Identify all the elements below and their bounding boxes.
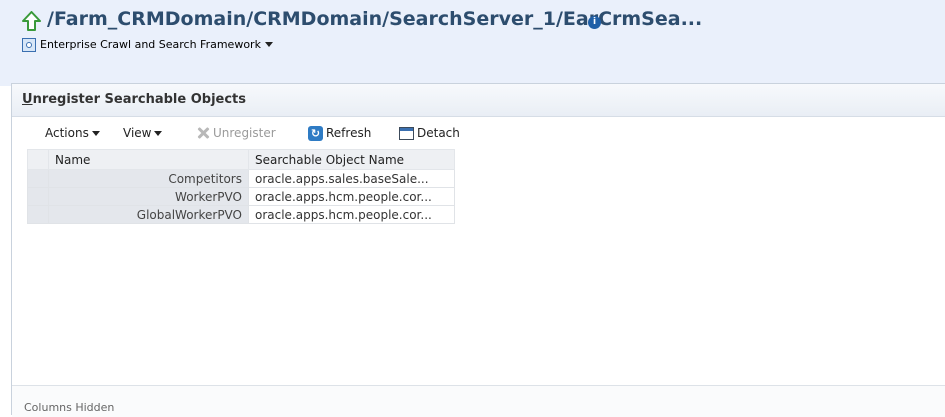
column-header-object-name[interactable]: Searchable Object Name <box>248 149 455 170</box>
detach-icon <box>399 126 414 140</box>
chevron-down-icon <box>154 130 163 136</box>
table-row[interactable]: WorkerPVO oracle.apps.hcm.people.cor... <box>27 187 455 206</box>
actions-menu[interactable]: Actions <box>45 124 100 142</box>
refresh-icon: ↻ <box>308 125 323 141</box>
row-selector[interactable] <box>27 169 49 188</box>
name-cell: Competitors <box>48 169 249 188</box>
object-name-cell: oracle.apps.hcm.people.cor... <box>248 205 455 224</box>
page-header: /Farm_CRMDomain/CRMDomain/SearchServer_1… <box>0 0 945 86</box>
view-label: View <box>123 126 152 140</box>
target-type-label: Enterprise Crawl and Search Framework <box>40 38 261 51</box>
refresh-label: Refresh <box>326 126 372 140</box>
table-row[interactable]: GlobalWorkerPVO oracle.apps.hcm.people.c… <box>27 205 455 224</box>
panel-header: Unregister Searchable Objects <box>12 84 945 117</box>
column-header-name[interactable]: Name <box>48 149 249 170</box>
chevron-down-icon <box>91 130 100 136</box>
row-selector[interactable] <box>27 187 49 206</box>
unregister-panel: Unregister Searchable Objects Actions Vi… <box>11 83 945 417</box>
searchable-objects-table: Name Searchable Object Name Competitors … <box>27 149 455 224</box>
chevron-down-icon <box>264 42 273 47</box>
unregister-button[interactable]: Unregister <box>196 124 276 142</box>
unregister-icon <box>196 126 210 140</box>
refresh-button[interactable]: ↻ Refresh <box>308 124 371 142</box>
panel-title-accesskey: U <box>22 92 33 107</box>
row-selector[interactable] <box>27 205 49 224</box>
info-icon[interactable]: i <box>588 16 601 29</box>
unregister-label: Unregister <box>213 126 276 140</box>
target-type-menu[interactable]: Enterprise Crawl and Search Framework <box>40 38 273 51</box>
table-row[interactable]: Competitors oracle.apps.sales.baseSale..… <box>27 169 455 188</box>
object-name-cell: oracle.apps.sales.baseSale... <box>248 169 455 188</box>
row-header-gutter <box>27 149 49 170</box>
columns-hidden-status: Columns Hidden <box>24 401 115 414</box>
actions-label: Actions <box>45 126 89 140</box>
up-arrow-icon[interactable] <box>22 11 41 31</box>
detach-label: Detach <box>417 126 460 140</box>
target-icon <box>22 38 36 52</box>
detach-button[interactable]: Detach <box>399 124 460 142</box>
page-title: /Farm_CRMDomain/CRMDomain/SearchServer_1… <box>47 8 703 30</box>
panel-title-rest: nregister Searchable Objects <box>32 92 247 107</box>
name-cell: WorkerPVO <box>48 187 249 206</box>
view-menu[interactable]: View <box>123 124 163 142</box>
panel-title: Unregister Searchable Objects <box>22 92 246 107</box>
object-name-cell: oracle.apps.hcm.people.cor... <box>248 187 455 206</box>
table-footer: Columns Hidden <box>12 385 945 417</box>
name-cell: GlobalWorkerPVO <box>48 205 249 224</box>
table-header-row: Name Searchable Object Name <box>27 149 455 170</box>
